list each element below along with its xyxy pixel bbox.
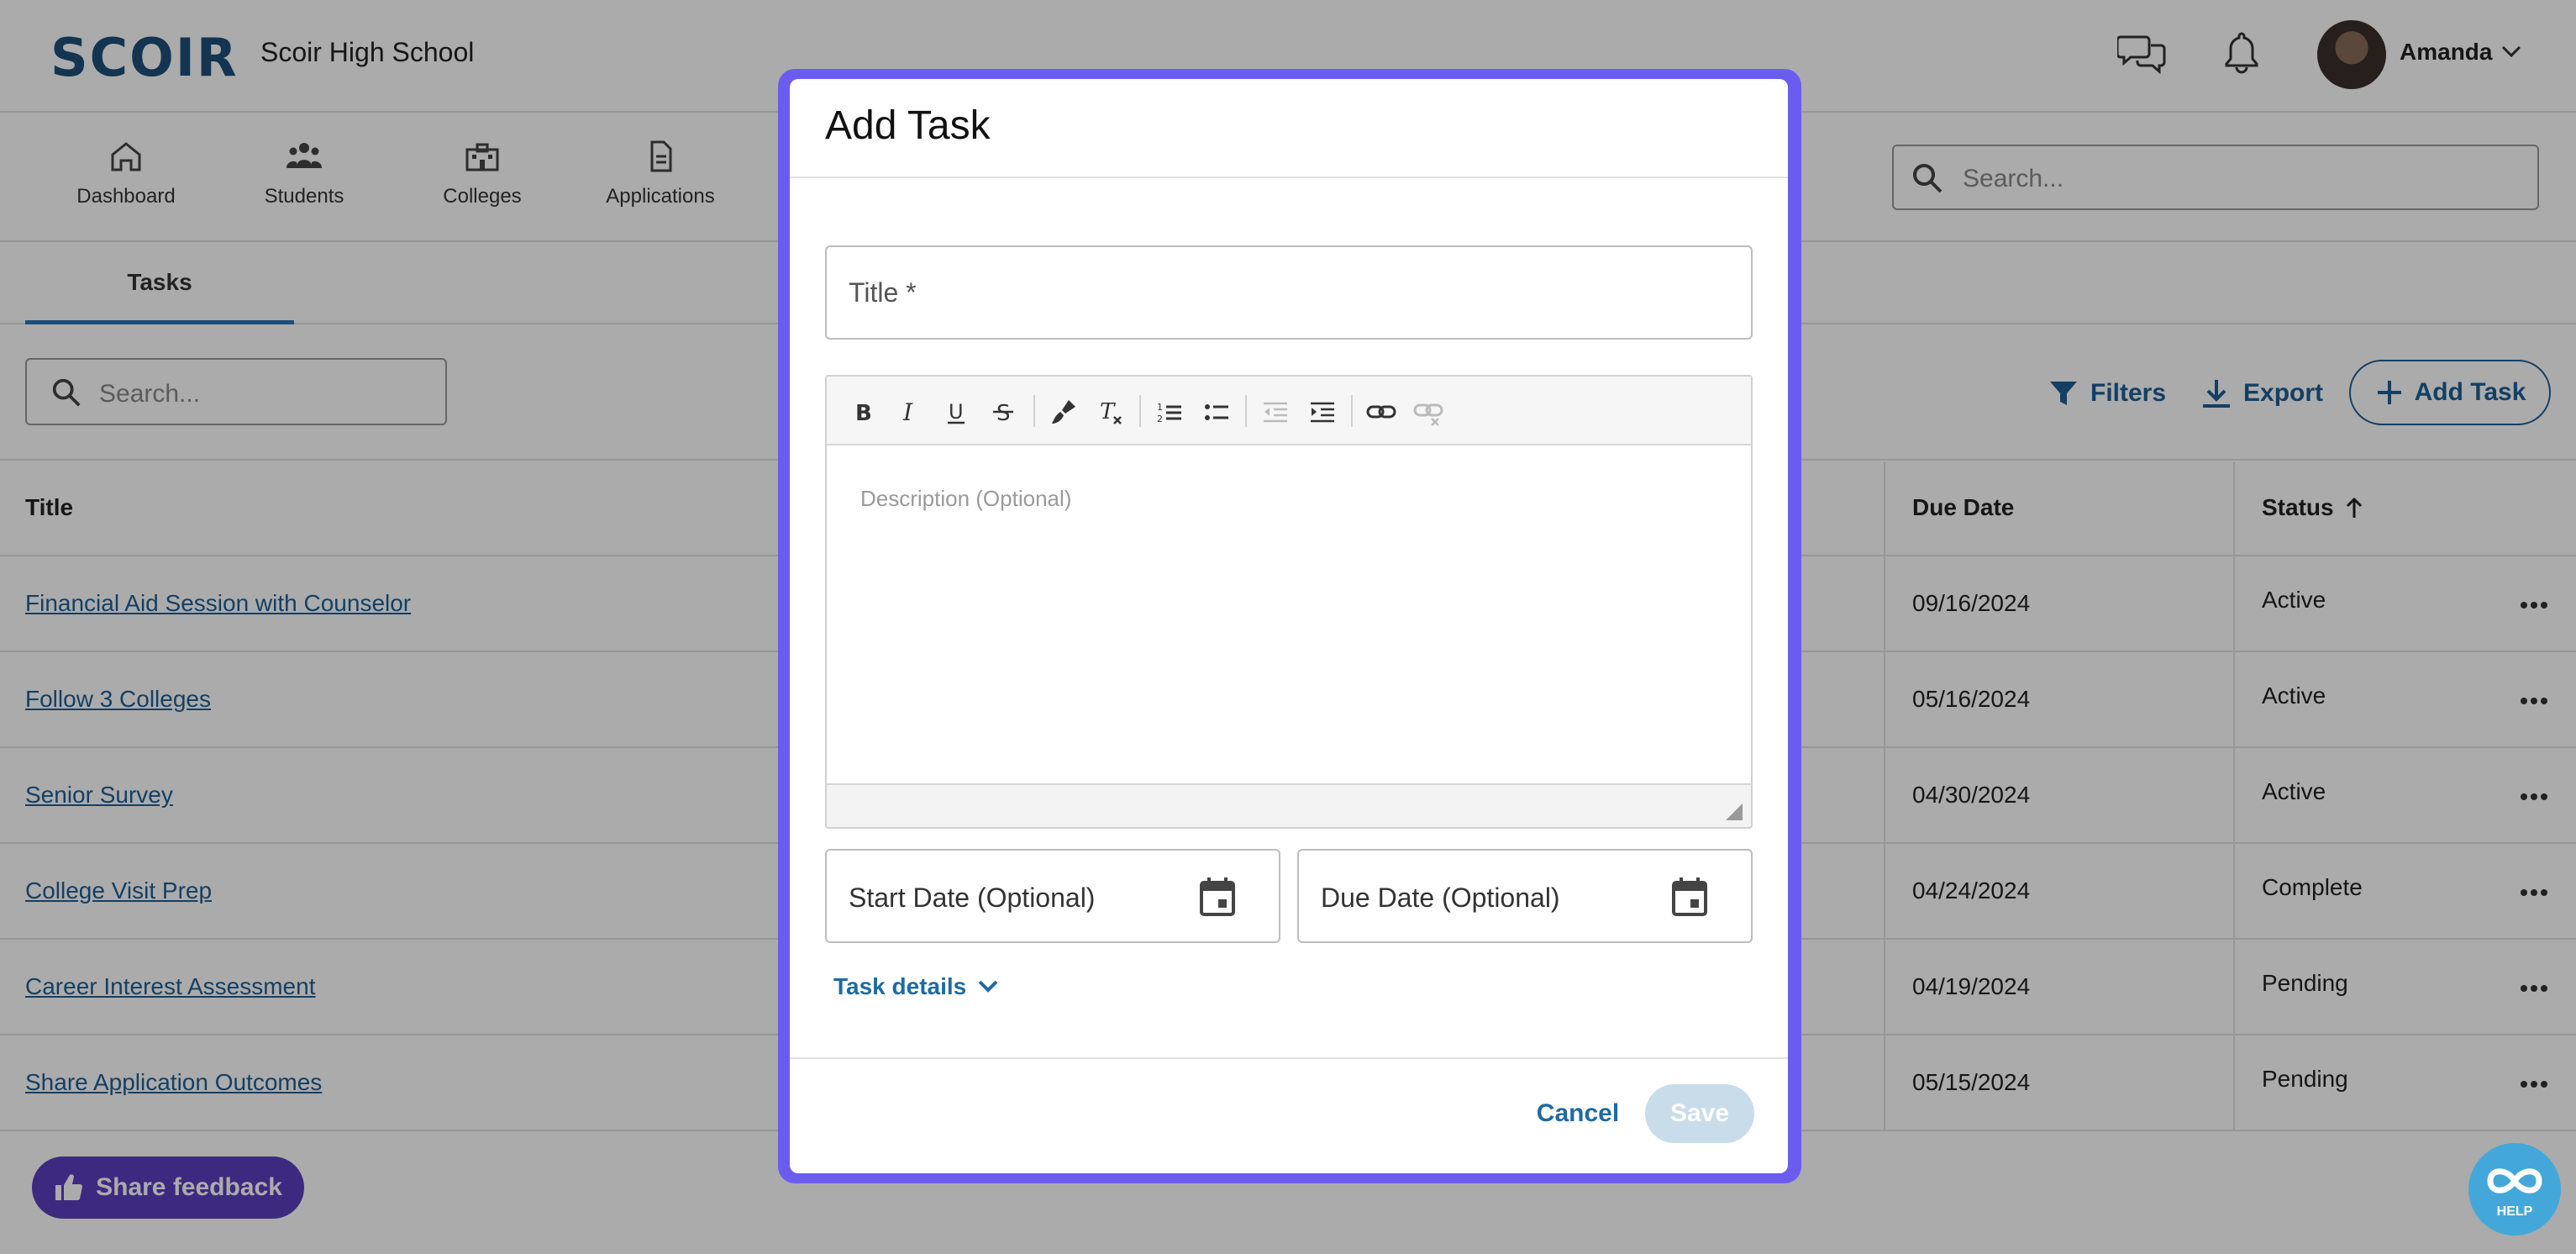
outdent-icon — [1264, 402, 1287, 423]
dialog-title: Add Task — [825, 103, 991, 148]
editor-status-bar — [827, 783, 1751, 827]
task-details-label: Task details — [833, 973, 967, 999]
save-button[interactable]: Save — [1645, 1084, 1754, 1143]
numbered-list-icon: 12 — [1157, 402, 1181, 424]
underline-button[interactable]: U — [939, 395, 973, 429]
infinity-icon — [2487, 1168, 2542, 1193]
cancel-button[interactable]: Cancel — [1529, 1084, 1627, 1143]
chevron-down-icon — [978, 980, 998, 993]
unlink-icon — [1413, 403, 1443, 426]
paint-brush-icon — [1052, 400, 1075, 424]
svg-text:S: S — [996, 401, 1011, 426]
svg-text:1: 1 — [1157, 402, 1163, 413]
svg-text:2: 2 — [1157, 414, 1163, 424]
bulleted-list-button[interactable] — [1200, 395, 1233, 429]
editor-toolbar: B I U S T 12 — [827, 377, 1751, 445]
svg-text:B: B — [855, 401, 872, 426]
underline-icon: U — [948, 400, 965, 424]
description-placeholder: Description (Optional) — [860, 486, 1072, 511]
svg-text:T: T — [1100, 399, 1116, 424]
strikethrough-icon: S — [993, 401, 1013, 426]
dialog-header-divider — [790, 177, 1788, 178]
indent-icon — [1311, 402, 1334, 423]
remove-link-button[interactable] — [1412, 395, 1445, 429]
due-date-input[interactable]: Due Date (Optional) — [1297, 849, 1753, 943]
calendar-icon[interactable] — [1198, 876, 1237, 918]
task-details-toggle[interactable]: Task details — [833, 973, 1000, 1000]
calendar-icon[interactable] — [1670, 876, 1709, 918]
link-icon — [1366, 405, 1396, 419]
resize-handle-icon[interactable] — [1726, 804, 1743, 820]
toolbar-separator — [1139, 395, 1141, 427]
bold-button[interactable]: B — [845, 395, 879, 429]
toolbar-separator — [1351, 395, 1353, 427]
task-title-input[interactable]: Title * — [825, 245, 1753, 340]
help-button[interactable]: HELP — [2468, 1143, 2561, 1236]
svg-text:I: I — [902, 398, 913, 426]
clear-formatting-button[interactable]: T — [1094, 395, 1128, 429]
toolbar-separator — [1033, 395, 1035, 427]
title-field-label: Title * — [849, 277, 917, 308]
indent-button[interactable] — [1306, 395, 1339, 429]
svg-text:U: U — [949, 400, 964, 424]
start-date-label: Start Date (Optional) — [849, 883, 1096, 913]
clear-formatting-icon: T — [1100, 399, 1122, 424]
outdent-button[interactable] — [1259, 395, 1292, 429]
help-label: HELP — [2496, 1204, 2533, 1219]
due-date-label: Due Date (Optional) — [1321, 883, 1560, 913]
bulleted-list-icon — [1205, 404, 1228, 420]
toolbar-separator — [1245, 395, 1247, 427]
italic-icon: I — [902, 398, 913, 426]
strikethrough-button[interactable]: S — [986, 395, 1020, 429]
insert-link-button[interactable] — [1364, 395, 1398, 429]
dialog-footer-divider — [790, 1057, 1788, 1059]
description-editor: B I U S T 12 Description (Optional) — [825, 375, 1753, 829]
start-date-input[interactable]: Start Date (Optional) — [825, 849, 1280, 943]
description-input[interactable]: Description (Optional) — [827, 447, 1751, 783]
add-task-dialog: Add Task Title * B I U S T 1 2 Descripti… — [790, 79, 1788, 1173]
italic-button[interactable]: I — [892, 395, 926, 429]
numbered-list-button[interactable]: 12 — [1153, 395, 1186, 429]
format-painter-button[interactable] — [1047, 395, 1080, 429]
bold-icon: B — [855, 401, 872, 426]
